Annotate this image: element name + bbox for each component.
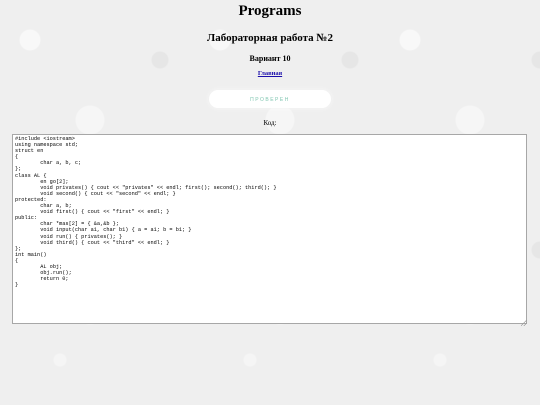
home-link-container: Главная (0, 70, 540, 77)
code-label: Код: (263, 119, 277, 127)
page-title: Programs (238, 3, 302, 19)
variant-title: Вариант 10 (249, 54, 291, 63)
lab-title: Лабораторная работа №2 (207, 32, 333, 44)
check-button[interactable]: ПРОВЕРЕН (209, 90, 331, 108)
resize-grip-icon[interactable] (521, 320, 527, 326)
code-textarea[interactable]: #include <iostream> using namespace std;… (12, 134, 527, 324)
home-link[interactable]: Главная (258, 70, 282, 77)
